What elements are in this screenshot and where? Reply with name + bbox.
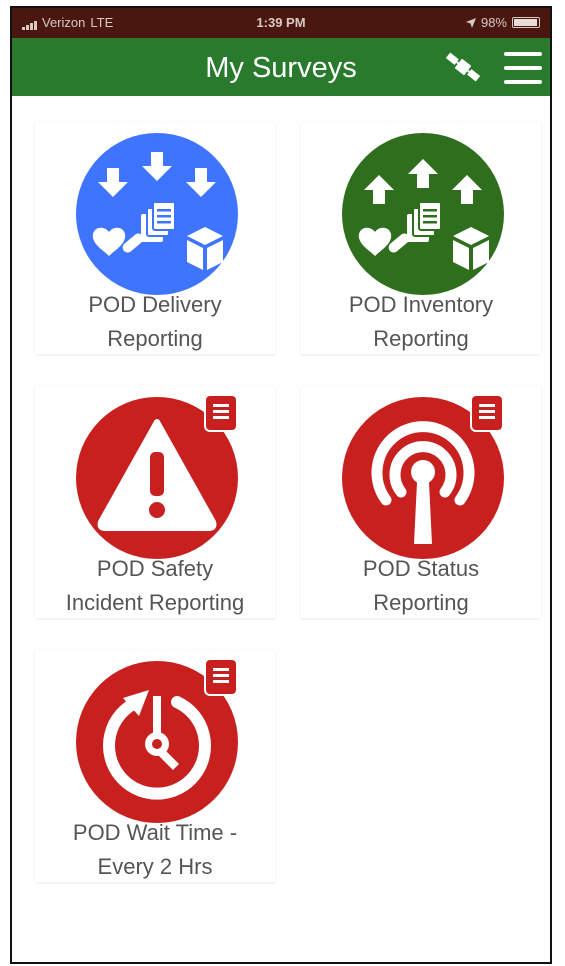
survey-label: POD Inventory Reporting [301, 288, 541, 356]
survey-label-line2: Reporting [373, 326, 469, 351]
survey-label-line2: Every 2 Hrs [97, 854, 213, 879]
menu-line [504, 80, 542, 84]
survey-tile-wait-time[interactable]: POD Wait Time - Every 2 Hrs [35, 650, 275, 882]
survey-label-line2: Reporting [373, 590, 469, 615]
delivery-icon [75, 132, 239, 296]
battery-percent: 98% [480, 15, 507, 30]
survey-label: POD Wait Time - Every 2 Hrs [35, 816, 275, 884]
satellite-button[interactable] [442, 48, 484, 86]
battery-status: 98% [465, 15, 540, 30]
app-header: My Surveys [12, 38, 550, 96]
phone-screen: Verizon LTE 1:39 PM 98% My Surveys POD D… [10, 6, 552, 964]
survey-label-line2: Reporting [107, 326, 203, 351]
location-arrow-icon [465, 17, 476, 28]
menu-line [504, 52, 542, 56]
survey-notification-badge [204, 394, 238, 432]
status-bar: Verizon LTE 1:39 PM 98% [12, 8, 550, 38]
survey-tile-status[interactable]: POD Status Reporting [301, 386, 541, 618]
menu-line [504, 66, 542, 70]
survey-label-line1: POD Inventory [348, 292, 494, 317]
inventory-icon [341, 132, 505, 296]
survey-label: POD Delivery Reporting [35, 288, 275, 356]
satellite-icon [445, 52, 481, 82]
survey-label-line2: Incident Reporting [65, 590, 245, 615]
survey-tile-safety-incident[interactable]: POD Safety Incident Reporting [35, 386, 275, 618]
survey-label-line1: POD Wait Time - [72, 820, 238, 845]
battery-icon [512, 17, 540, 28]
menu-button[interactable] [504, 50, 542, 86]
survey-label-line1: POD Delivery [88, 292, 222, 317]
survey-label-line1: POD Safety [96, 556, 214, 581]
survey-tile-delivery[interactable]: POD Delivery Reporting [35, 122, 275, 354]
survey-label: POD Safety Incident Reporting [35, 552, 275, 620]
survey-notification-badge [204, 658, 238, 696]
survey-label: POD Status Reporting [301, 552, 541, 620]
survey-tile-inventory[interactable]: POD Inventory Reporting [301, 122, 541, 354]
survey-label-line1: POD Status [362, 556, 480, 581]
survey-notification-badge [470, 394, 504, 432]
